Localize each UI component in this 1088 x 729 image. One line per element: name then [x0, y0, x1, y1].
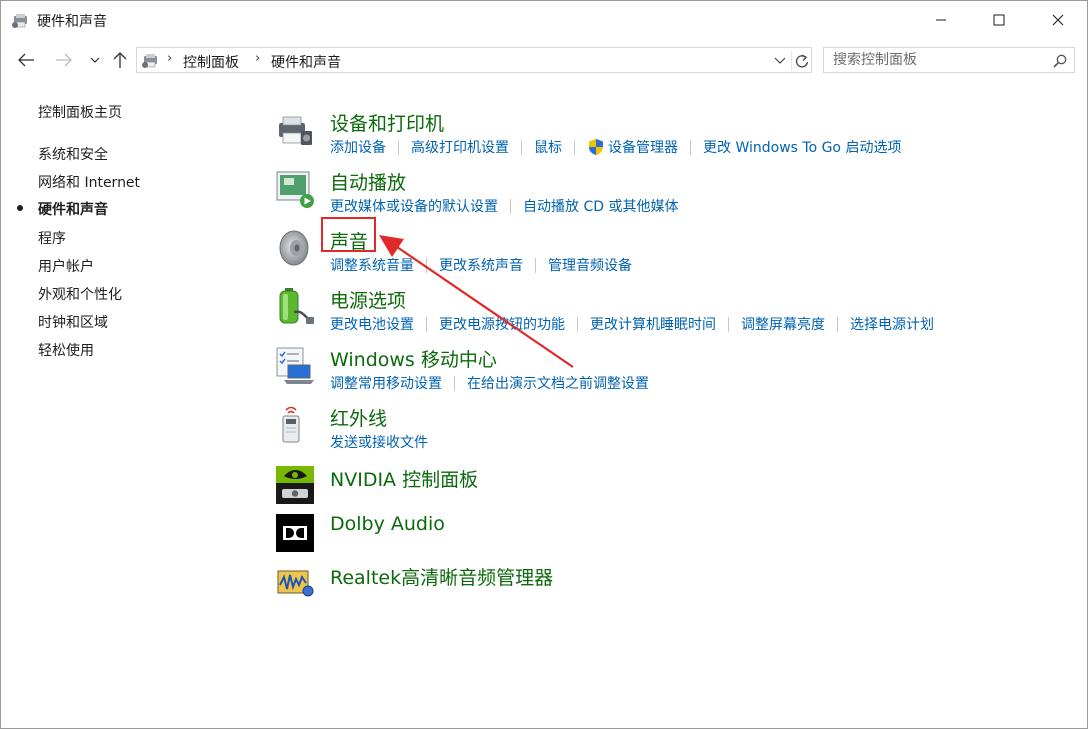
- category-title-devices-printers[interactable]: 设备和打印机: [330, 109, 444, 136]
- link-mouse[interactable]: 鼠标: [534, 137, 562, 157]
- link-adjust-volume[interactable]: 调整系统音量: [330, 255, 414, 275]
- category-links: 更改电池设置 更改电源按钮的功能 更改计算机睡眠时间 调整屏幕亮度 选择电源计划: [330, 314, 934, 334]
- link-manage-audio-devices[interactable]: 管理音频设备: [548, 255, 632, 275]
- link-divider: [577, 316, 578, 332]
- category-title-power-options[interactable]: 电源选项: [330, 286, 406, 313]
- category-links: 发送或接收文件: [330, 432, 428, 452]
- breadcrumb-separator-icon[interactable]: ›: [255, 51, 260, 66]
- up-arrow-icon: [113, 52, 127, 68]
- close-icon: [1052, 14, 1064, 26]
- uac-shield-icon: [589, 139, 603, 155]
- link-divider: [574, 139, 575, 155]
- link-divider: [426, 257, 427, 273]
- realtek-icon: [277, 570, 314, 597]
- link-mobility-settings[interactable]: 调整常用移动设置: [330, 373, 442, 393]
- maximize-button[interactable]: [970, 1, 1028, 39]
- link-divider: [535, 257, 536, 273]
- nav-hardware-sound[interactable]: 硬件和声音: [38, 199, 108, 219]
- category-title-mobility-center[interactable]: Windows 移动中心: [330, 345, 497, 372]
- nav-clock-region[interactable]: 时钟和区域: [38, 312, 108, 332]
- dolby-icon: [276, 514, 314, 552]
- link-choose-power-plan[interactable]: 选择电源计划: [850, 314, 934, 334]
- breadcrumb-separator-icon[interactable]: ›: [167, 51, 172, 66]
- chevron-down-icon: [90, 57, 100, 63]
- nav-appearance-personalization[interactable]: 外观和个性化: [38, 284, 122, 304]
- nav-network-internet[interactable]: 网络和 Internet: [38, 172, 140, 192]
- refresh-icon: [795, 54, 808, 68]
- link-divider: [454, 375, 455, 391]
- minimize-icon: [936, 19, 946, 21]
- hardware-sound-icon: [12, 14, 27, 28]
- infrared-icon: [282, 406, 300, 443]
- breadcrumb-control-panel[interactable]: 控制面板: [183, 52, 239, 72]
- link-change-media-defaults[interactable]: 更改媒体或设备的默认设置: [330, 196, 498, 216]
- nav-system-security[interactable]: 系统和安全: [38, 144, 108, 164]
- printer-icon: [279, 116, 312, 145]
- link-device-manager[interactable]: 设备管理器: [608, 137, 678, 157]
- back-button[interactable]: [15, 49, 37, 71]
- link-sleep-time[interactable]: 更改计算机睡眠时间: [590, 314, 716, 334]
- hardware-sound-icon: [142, 54, 157, 68]
- search-box: [823, 47, 1075, 73]
- link-change-system-sounds[interactable]: 更改系统声音: [439, 255, 523, 275]
- control-panel-window: 硬件和声音 › 控制面板 › 硬件和声音 搜索控制面板 控制面板主页 系统和安全…: [0, 0, 1088, 729]
- nav-programs[interactable]: 程序: [38, 228, 66, 248]
- close-button[interactable]: [1029, 1, 1087, 39]
- link-divider: [728, 316, 729, 332]
- nav-control-panel-home[interactable]: 控制面板主页: [38, 102, 122, 122]
- nvidia-icon: [276, 466, 314, 504]
- title-bar: 硬件和声音: [1, 1, 1087, 39]
- category-links: 调整常用移动设置 在给出演示文档之前调整设置: [330, 373, 649, 393]
- speaker-icon: [279, 230, 309, 266]
- nav-ease-of-access[interactable]: 轻松使用: [38, 340, 94, 360]
- link-add-device[interactable]: 添加设备: [330, 137, 386, 157]
- link-advanced-printer-setup[interactable]: 高级打印机设置: [411, 137, 509, 157]
- link-change-battery-settings[interactable]: 更改电池设置: [330, 314, 414, 334]
- link-autoplay-cd[interactable]: 自动播放 CD 或其他媒体: [523, 196, 678, 216]
- link-presentation-settings[interactable]: 在给出演示文档之前调整设置: [467, 373, 649, 393]
- maximize-icon: [993, 14, 1005, 26]
- category-title-infrared[interactable]: 红外线: [330, 404, 387, 431]
- breadcrumb-hardware-sound[interactable]: 硬件和声音: [271, 52, 341, 72]
- navigation-bar: › 控制面板 › 硬件和声音: [1, 41, 1087, 79]
- nav-user-accounts[interactable]: 用户帐户: [38, 256, 94, 276]
- link-send-receive-files[interactable]: 发送或接收文件: [330, 432, 428, 452]
- window-title: 硬件和声音: [37, 14, 107, 30]
- forward-arrow-icon: [56, 53, 72, 67]
- link-screen-brightness[interactable]: 调整屏幕亮度: [741, 314, 825, 334]
- category-links: 调整系统音量 更改系统声音 管理音频设备: [330, 255, 632, 275]
- up-button[interactable]: [109, 49, 131, 71]
- recent-locations-button[interactable]: [84, 49, 106, 71]
- address-dropdown-button[interactable]: [771, 52, 789, 70]
- search-button[interactable]: [1050, 51, 1070, 71]
- category-title-autoplay[interactable]: 自动播放: [330, 168, 406, 195]
- refresh-button[interactable]: [791, 51, 811, 71]
- category-links: 添加设备 高级打印机设置 鼠标 设备管理器 更改 Windows To Go 启…: [330, 137, 901, 157]
- autoplay-icon: [276, 171, 314, 208]
- active-indicator: [17, 205, 23, 211]
- link-divider: [690, 139, 691, 155]
- back-arrow-icon: [18, 53, 34, 67]
- annotation-arrow: [379, 235, 574, 368]
- search-input[interactable]: [824, 48, 1044, 72]
- link-windows-to-go[interactable]: 更改 Windows To Go 启动选项: [703, 137, 901, 157]
- link-divider: [426, 316, 427, 332]
- category-title-sound[interactable]: 声音: [330, 227, 368, 254]
- mobility-center-icon: [276, 347, 314, 384]
- category-links: 更改媒体或设备的默认设置 自动播放 CD 或其他媒体: [330, 196, 678, 216]
- forward-button[interactable]: [53, 49, 75, 71]
- link-divider: [398, 139, 399, 155]
- link-divider: [837, 316, 838, 332]
- minimize-button[interactable]: [912, 1, 970, 39]
- link-divider: [510, 198, 511, 214]
- category-title-realtek[interactable]: Realtek高清晰音频管理器: [330, 563, 553, 590]
- category-title-dolby[interactable]: Dolby Audio: [330, 513, 445, 535]
- address-bar[interactable]: › 控制面板 › 硬件和声音: [136, 47, 812, 73]
- search-icon: [1053, 54, 1067, 68]
- link-divider: [521, 139, 522, 155]
- link-power-button-function[interactable]: 更改电源按钮的功能: [439, 314, 565, 334]
- category-title-nvidia[interactable]: NVIDIA 控制面板: [330, 465, 478, 492]
- battery-icon: [279, 288, 314, 324]
- chevron-down-icon: [774, 57, 786, 64]
